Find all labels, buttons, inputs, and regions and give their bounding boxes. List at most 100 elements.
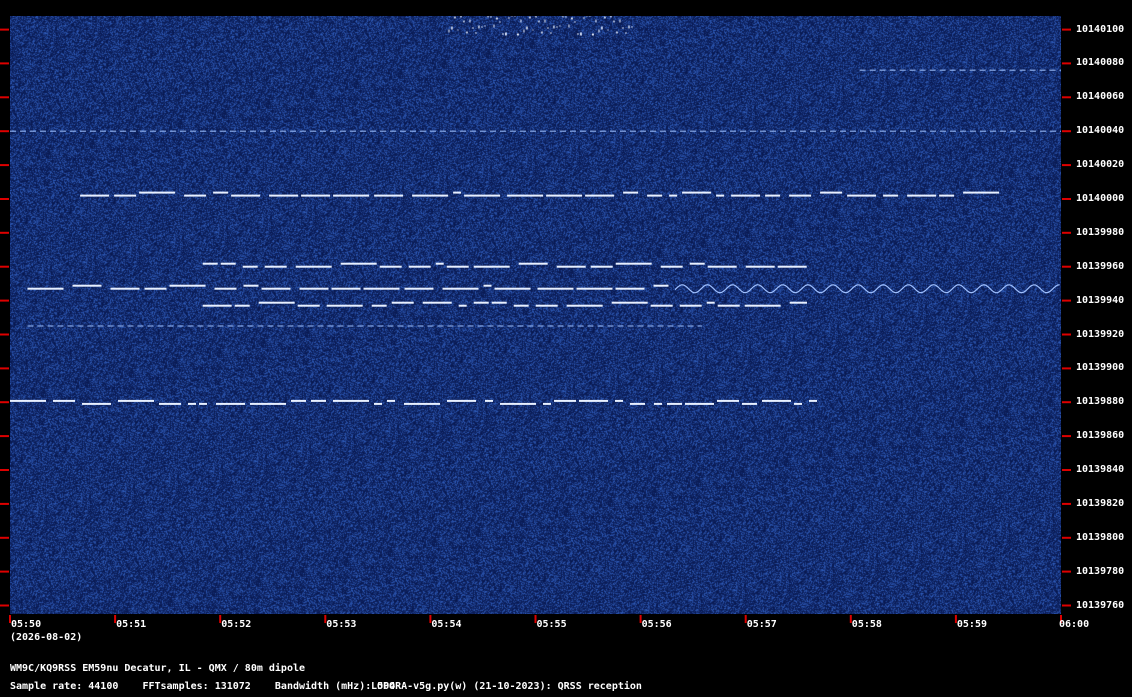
signal-segment [82,402,111,405]
signal-burst-speck [615,31,618,34]
signal-trace [10,399,817,405]
signal-trace [202,301,807,307]
signal-burst-speck [597,29,600,33]
signal-segment [250,402,286,405]
signal-segment [669,194,678,197]
signal-burst-speck [549,32,552,34]
signal-burst-speck [486,16,489,18]
signal-segment [53,399,75,402]
signal-burst-speck [540,31,543,34]
signal-segment [689,262,705,265]
signal-segment [679,304,702,307]
x-tick-label: 05:51 [116,619,147,630]
signal-segment [731,194,761,197]
signal-segment [295,265,332,268]
signal-segment [301,194,331,197]
signal-burst-speck [456,29,459,31]
signal-segment [777,265,807,268]
signal-burst-speck [591,33,594,36]
signal-burst-speck [561,16,564,18]
signal-burst-speck [630,26,633,28]
x-tick-label: 05:59 [956,619,987,630]
y-tick-label: 10139860 [1076,430,1125,442]
x-tick-label: 05:53 [326,619,357,630]
signal-segment [453,191,462,194]
signal-burst-speck [603,16,606,19]
signal-wave [675,284,1060,294]
signal-segment [435,262,444,265]
signal-burst-speck [492,24,495,28]
signal-segment [537,287,574,290]
signal-segment [653,284,669,287]
signal-burst-speck [552,25,555,29]
signal-segment [546,194,583,197]
signal-segment [485,399,493,402]
signal-burst-speck [519,19,522,23]
signal-segment [707,265,737,268]
signal-segment [371,304,387,307]
signal-segment [585,194,615,197]
signal-burst-speck [570,17,573,20]
signal-segment [809,399,817,402]
signal-segment [554,399,576,402]
signal-burst-speck [468,19,471,23]
signal-segment [404,402,440,405]
signal-burst-speck [546,27,549,29]
signal-burst-speck [609,16,612,18]
signal-burst-speck [567,24,570,28]
x-tick-label: 05:55 [536,619,567,630]
signal-burst-speck [621,27,624,29]
signal-segment [199,402,207,405]
signal-segment [630,402,645,405]
signal-segment [169,284,206,287]
signal-segment [623,191,639,194]
signal-segment [220,262,236,265]
signal-segment [391,301,414,304]
signal-burst-speck [450,26,453,30]
signal-segment [682,191,712,194]
signal-segment [326,304,363,307]
signal-burst-speck [474,32,477,34]
signal-burst-speck [480,26,483,28]
signal-segment [297,304,320,307]
signal-segment [543,402,551,405]
y-tick-label: 10139900 [1076,362,1125,374]
signal-burst-speck [588,16,591,17]
y-tick-label: 10139880 [1076,396,1125,408]
signal-trace [80,191,1000,197]
signal-segment [794,402,802,405]
signal-segment [447,399,476,402]
signal-segment [458,304,467,307]
signal-segment [513,304,529,307]
signal-segment [331,287,361,290]
signal-segment [494,287,531,290]
signal-burst-speck [600,26,603,30]
signal-segment [473,265,510,268]
signal-segment [518,262,548,265]
signal-segment [446,265,469,268]
y-tick-label: 10140060 [1076,91,1125,103]
signal-segment [883,194,899,197]
signal-segment [939,194,955,197]
signal-burst-speck [594,19,597,23]
signal-segment [647,194,663,197]
signal-burst-speck [531,29,534,31]
y-tick-label: 10139920 [1076,328,1125,340]
signal-segment [159,402,181,405]
signal-segment [611,301,648,304]
signal-segment [473,301,489,304]
signal-burst-speck [576,33,579,35]
y-tick-label: 10139780 [1076,565,1125,577]
signal-burst-speck [537,20,540,23]
signal-burst-speck [612,20,615,23]
x-tick-label: 05:50 [11,619,42,630]
signal-burst-speck [555,26,558,28]
date-label: (2026-08-02) [10,632,83,643]
signal-segment [243,284,259,287]
signal-burst-speck [495,17,498,20]
signal-segment [590,265,613,268]
x-tick-label: 06:00 [1059,619,1090,630]
signal-segment [144,287,167,290]
signal-burst-speck [501,33,504,35]
signal-burst-speck [528,16,531,19]
